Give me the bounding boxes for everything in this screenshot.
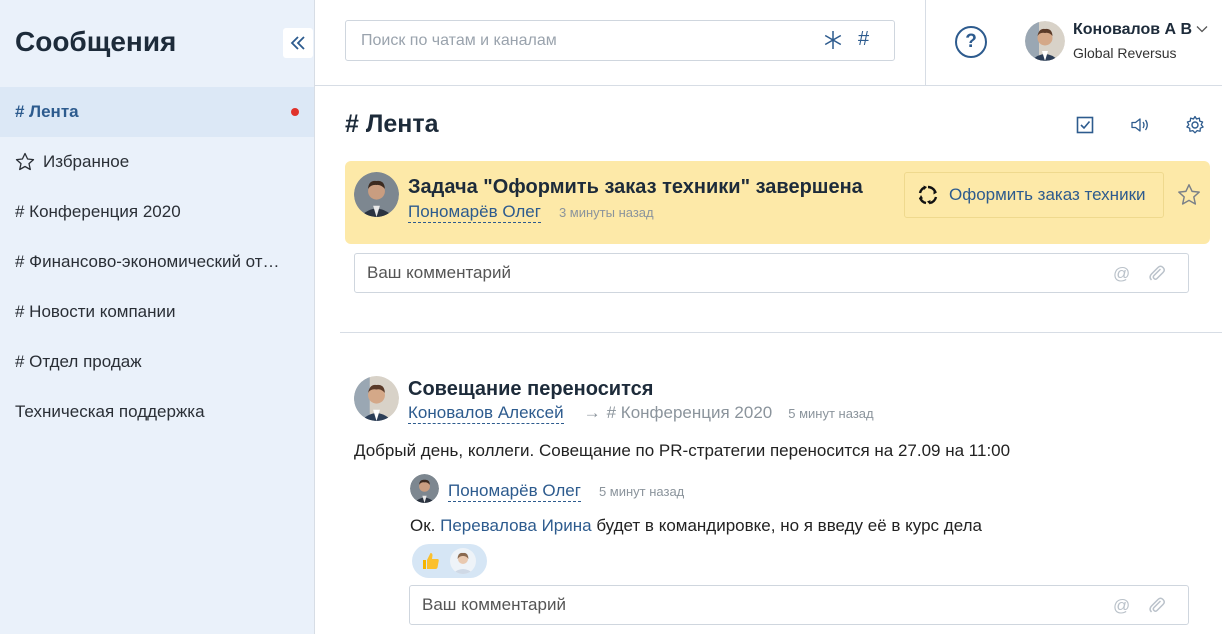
search-box: # (345, 20, 895, 61)
sidebar-item-tech-support[interactable]: Техническая поддержка (0, 387, 314, 437)
sidebar-item-label: # Лента (15, 102, 79, 121)
sidebar-item-label: # Конференция 2020 (15, 202, 181, 221)
help-button[interactable]: ? (955, 26, 987, 58)
feed-divider (340, 332, 1222, 333)
sidebar-item-label: Избранное (43, 152, 130, 171)
reply-meta: Пономарёв Олег 5 минут назад (448, 481, 684, 502)
comment-box: @ (409, 585, 1189, 625)
sidebar-item-label: # Финансово-экономический от… (15, 252, 280, 271)
task-card-title: Задача "Оформить заказ техники" завершен… (408, 176, 863, 198)
at-mention-icon[interactable]: @ (1113, 596, 1130, 616)
search-input[interactable] (346, 21, 806, 60)
sidebar: Сообщения # Лента Избранное # Конференци… (0, 0, 315, 634)
page-title: # Лента (345, 110, 439, 138)
post-meta: Коновалов Алексей → # Конференция 2020 5… (408, 403, 874, 424)
reply-text-suffix: будет в командировке, но я введу её в ку… (591, 516, 982, 535)
sidebar-item-favorites[interactable]: Избранное (0, 137, 314, 187)
reactor-avatar[interactable] (450, 548, 476, 574)
sidebar-title: Сообщения (15, 26, 177, 57)
top-header: # ? Коновалов А В Global Reversus (315, 0, 1222, 86)
author-avatar[interactable] (410, 474, 439, 503)
star-icon (15, 152, 35, 172)
sidebar-item-sales-department[interactable]: # Отдел продаж (0, 337, 314, 387)
sidebar-item-company-news[interactable]: # Новости компании (0, 287, 314, 337)
sidebar-item-conference-2020[interactable]: # Конференция 2020 (0, 187, 314, 237)
timestamp: 3 минуты назад (558, 205, 654, 220)
paperclip-icon[interactable] (1148, 264, 1166, 282)
task-card-meta: Пономарёв Олег 3 минуты назад (408, 202, 654, 223)
comment-input[interactable] (355, 254, 1055, 292)
timestamp: 5 минут назад (598, 484, 685, 499)
settings-button[interactable] (1184, 114, 1206, 136)
paperclip-icon[interactable] (1148, 596, 1166, 614)
reply-body: Ок. Перевалова Ирина будет в командировк… (410, 516, 982, 536)
reactions-bar (412, 544, 487, 578)
user-avatar[interactable] (1025, 21, 1065, 61)
author-link[interactable]: Пономарёв Олег (408, 202, 541, 223)
hash-icon[interactable]: # (858, 28, 869, 51)
checkbox-icon (1076, 116, 1094, 134)
feed-panel: # Лента Задача "Оформить заказ техники" … (315, 86, 1222, 634)
sidebar-item-feed[interactable]: # Лента (0, 87, 314, 137)
user-mention-link[interactable]: Перевалова Ирина (440, 516, 591, 535)
author-link[interactable]: Пономарёв Олег (448, 481, 581, 502)
sidebar-item-label: Техническая поддержка (15, 402, 205, 421)
arrow-icon: → (583, 403, 601, 422)
timestamp: 5 минут назад (788, 406, 874, 421)
gear-icon (1186, 115, 1204, 134)
task-completed-card: Задача "Оформить заказ техники" завершен… (345, 161, 1210, 244)
collapse-sidebar-button[interactable] (283, 28, 313, 58)
sidebar-item-label: # Новости компании (15, 302, 176, 321)
sidebar-channel-list: # Лента Избранное # Конференция 2020 # Ф… (0, 87, 314, 437)
double-chevron-left-icon (290, 36, 305, 50)
sidebar-item-finance-department[interactable]: # Финансово-экономический от… (0, 237, 314, 287)
thumbs-up-icon[interactable] (420, 550, 442, 572)
author-avatar[interactable] (354, 376, 399, 421)
sidebar-item-label: # Отдел продаж (15, 352, 142, 371)
unread-indicator (291, 108, 299, 116)
star-icon[interactable] (1177, 183, 1201, 207)
author-link[interactable]: Коновалов Алексей (408, 403, 564, 424)
reply-text-prefix: Ок. (410, 516, 441, 535)
sound-button[interactable] (1129, 114, 1151, 136)
process-icon (918, 185, 938, 205)
user-name[interactable]: Коновалов А В (1073, 21, 1192, 39)
task-link-label: Оформить заказ техники (949, 185, 1146, 204)
post-body: Добрый день, коллеги. Совещание по PR-ст… (354, 441, 1011, 460)
speaker-icon (1131, 118, 1148, 132)
at-mention-icon[interactable]: @ (1113, 264, 1130, 284)
tasks-button[interactable] (1074, 114, 1096, 136)
comment-box: @ (354, 253, 1189, 293)
comment-input[interactable] (410, 586, 1110, 624)
chevron-down-icon[interactable] (1196, 23, 1208, 35)
author-avatar[interactable] (354, 172, 399, 217)
user-organization: Global Reversus (1073, 45, 1177, 61)
asterisk-icon[interactable] (823, 30, 843, 56)
channel-link[interactable]: # Конференция 2020 (607, 403, 773, 423)
question-icon: ? (965, 31, 977, 52)
open-task-button[interactable]: Оформить заказ техники (904, 172, 1164, 218)
header-divider (925, 0, 926, 86)
post-title: Совещание переносится (408, 378, 654, 400)
